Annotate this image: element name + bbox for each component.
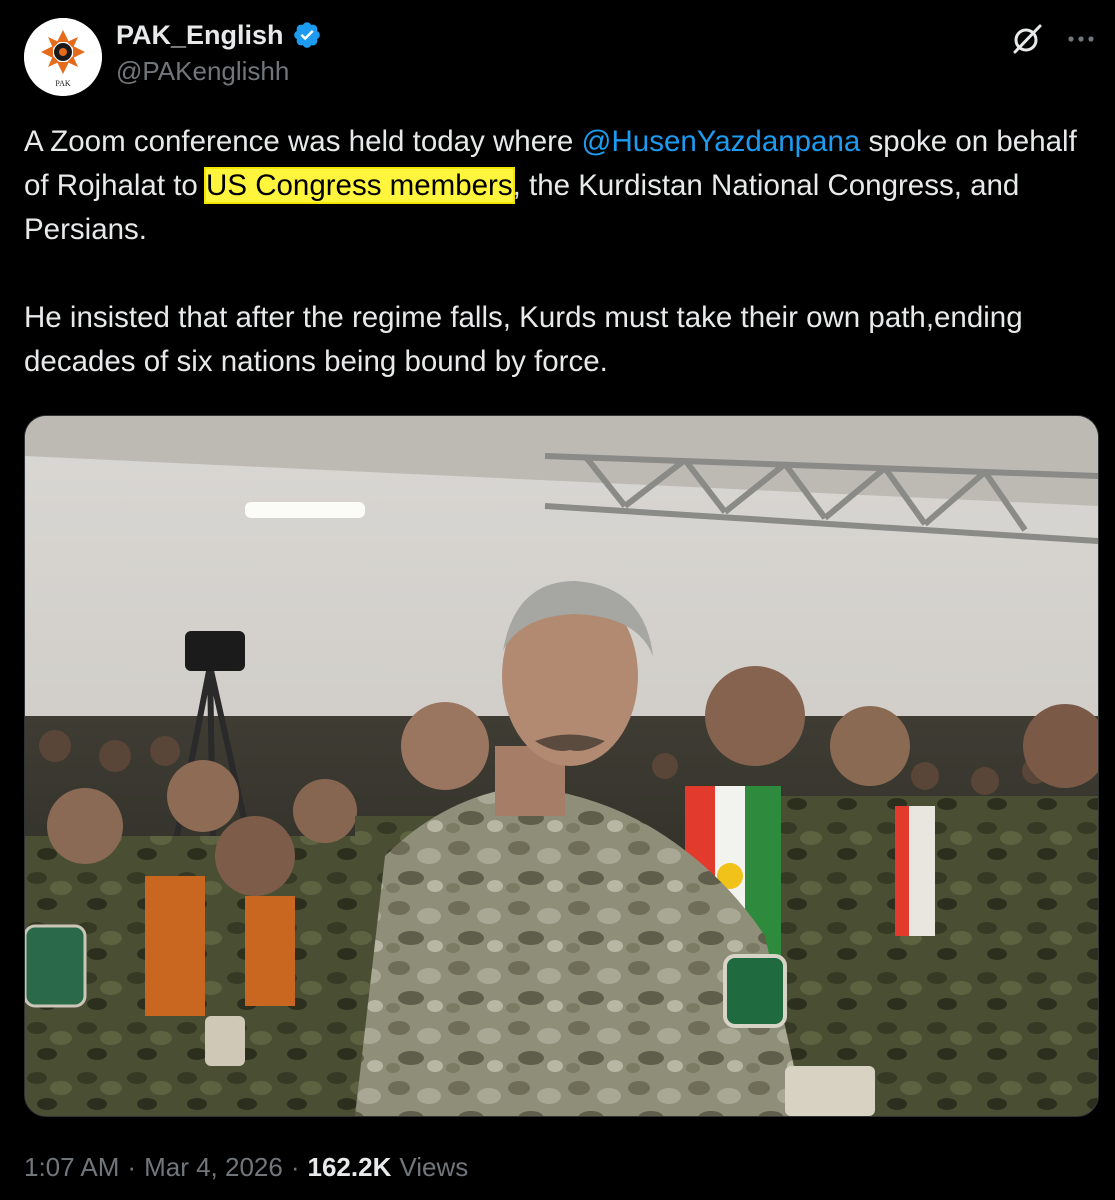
separator: ·	[127, 1152, 137, 1182]
photo-illustration	[25, 416, 1098, 1116]
verified-badge-icon	[293, 22, 320, 48]
pak-logo-icon: PAK	[24, 18, 102, 96]
avatar[interactable]: PAK	[24, 18, 102, 96]
grok-icon[interactable]	[1010, 22, 1044, 56]
tweet-meta: 1:07 AM · Mar 4, 2026 · 162.2K Views	[24, 1152, 468, 1183]
separator: ·	[290, 1152, 300, 1182]
author-name-row: PAK_English	[116, 18, 322, 52]
tweet-text-segment: A Zoom conference was held today where	[24, 125, 582, 158]
tweet-photo[interactable]	[24, 415, 1099, 1117]
tweet-date[interactable]: Mar 4, 2026	[144, 1152, 283, 1183]
views-label: Views	[399, 1152, 469, 1182]
tweet-time[interactable]: 1:07 AM	[24, 1152, 119, 1183]
mention-link[interactable]: @HusenYazdanpana	[582, 125, 861, 158]
tweet: PAK PAK_English @PAKenglishh A Zoom conf…	[0, 0, 1115, 1200]
author-handle[interactable]: @PAKenglishh	[116, 56, 289, 87]
highlighted-text: US Congress members	[204, 167, 515, 204]
svg-text:PAK: PAK	[55, 79, 70, 88]
display-name[interactable]: PAK_English	[116, 20, 284, 51]
tweet-text: A Zoom conference was held today where @…	[24, 120, 1104, 384]
tweet-paragraph-1: A Zoom conference was held today where @…	[24, 120, 1104, 252]
views-count: 162.2K	[307, 1152, 392, 1182]
more-options-icon[interactable]	[1064, 24, 1098, 54]
tweet-paragraph-2: He insisted that after the regime falls,…	[24, 301, 1023, 378]
